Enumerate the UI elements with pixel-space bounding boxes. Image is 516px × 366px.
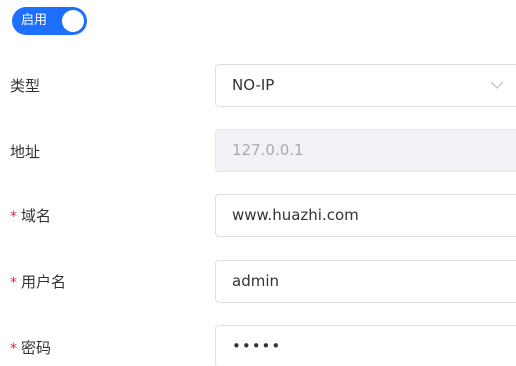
domain-input[interactable]: www.huazhi.com [215,194,516,237]
username-input[interactable]: admin [215,260,516,303]
required-mark: * [10,209,17,225]
ddns-settings-form: 启用 类型 NO-IP 地址 127.0.0.1 * 域名 www.huazhi.… [0,0,516,366]
address-input: 127.0.0.1 [215,129,516,172]
type-label: 类型 [10,77,41,95]
username-label: * 用户名 [10,273,67,291]
enable-toggle[interactable]: 启用 [12,7,87,35]
toggle-knob [62,10,84,32]
password-value: ••••• [232,337,282,355]
password-label: * 密码 [10,339,52,357]
type-select-value: NO-IP [232,76,275,94]
type-select[interactable]: NO-IP [215,64,516,107]
password-input[interactable]: ••••• [215,325,516,366]
domain-label: * 域名 [10,207,52,225]
enable-toggle-label: 启用 [21,13,48,28]
username-value: admin [232,272,279,290]
domain-value: www.huazhi.com [232,206,359,224]
required-mark: * [10,275,17,291]
chevron-down-icon [490,81,504,89]
address-value: 127.0.0.1 [232,141,304,159]
address-label: 地址 [10,143,41,161]
required-mark: * [10,341,17,357]
